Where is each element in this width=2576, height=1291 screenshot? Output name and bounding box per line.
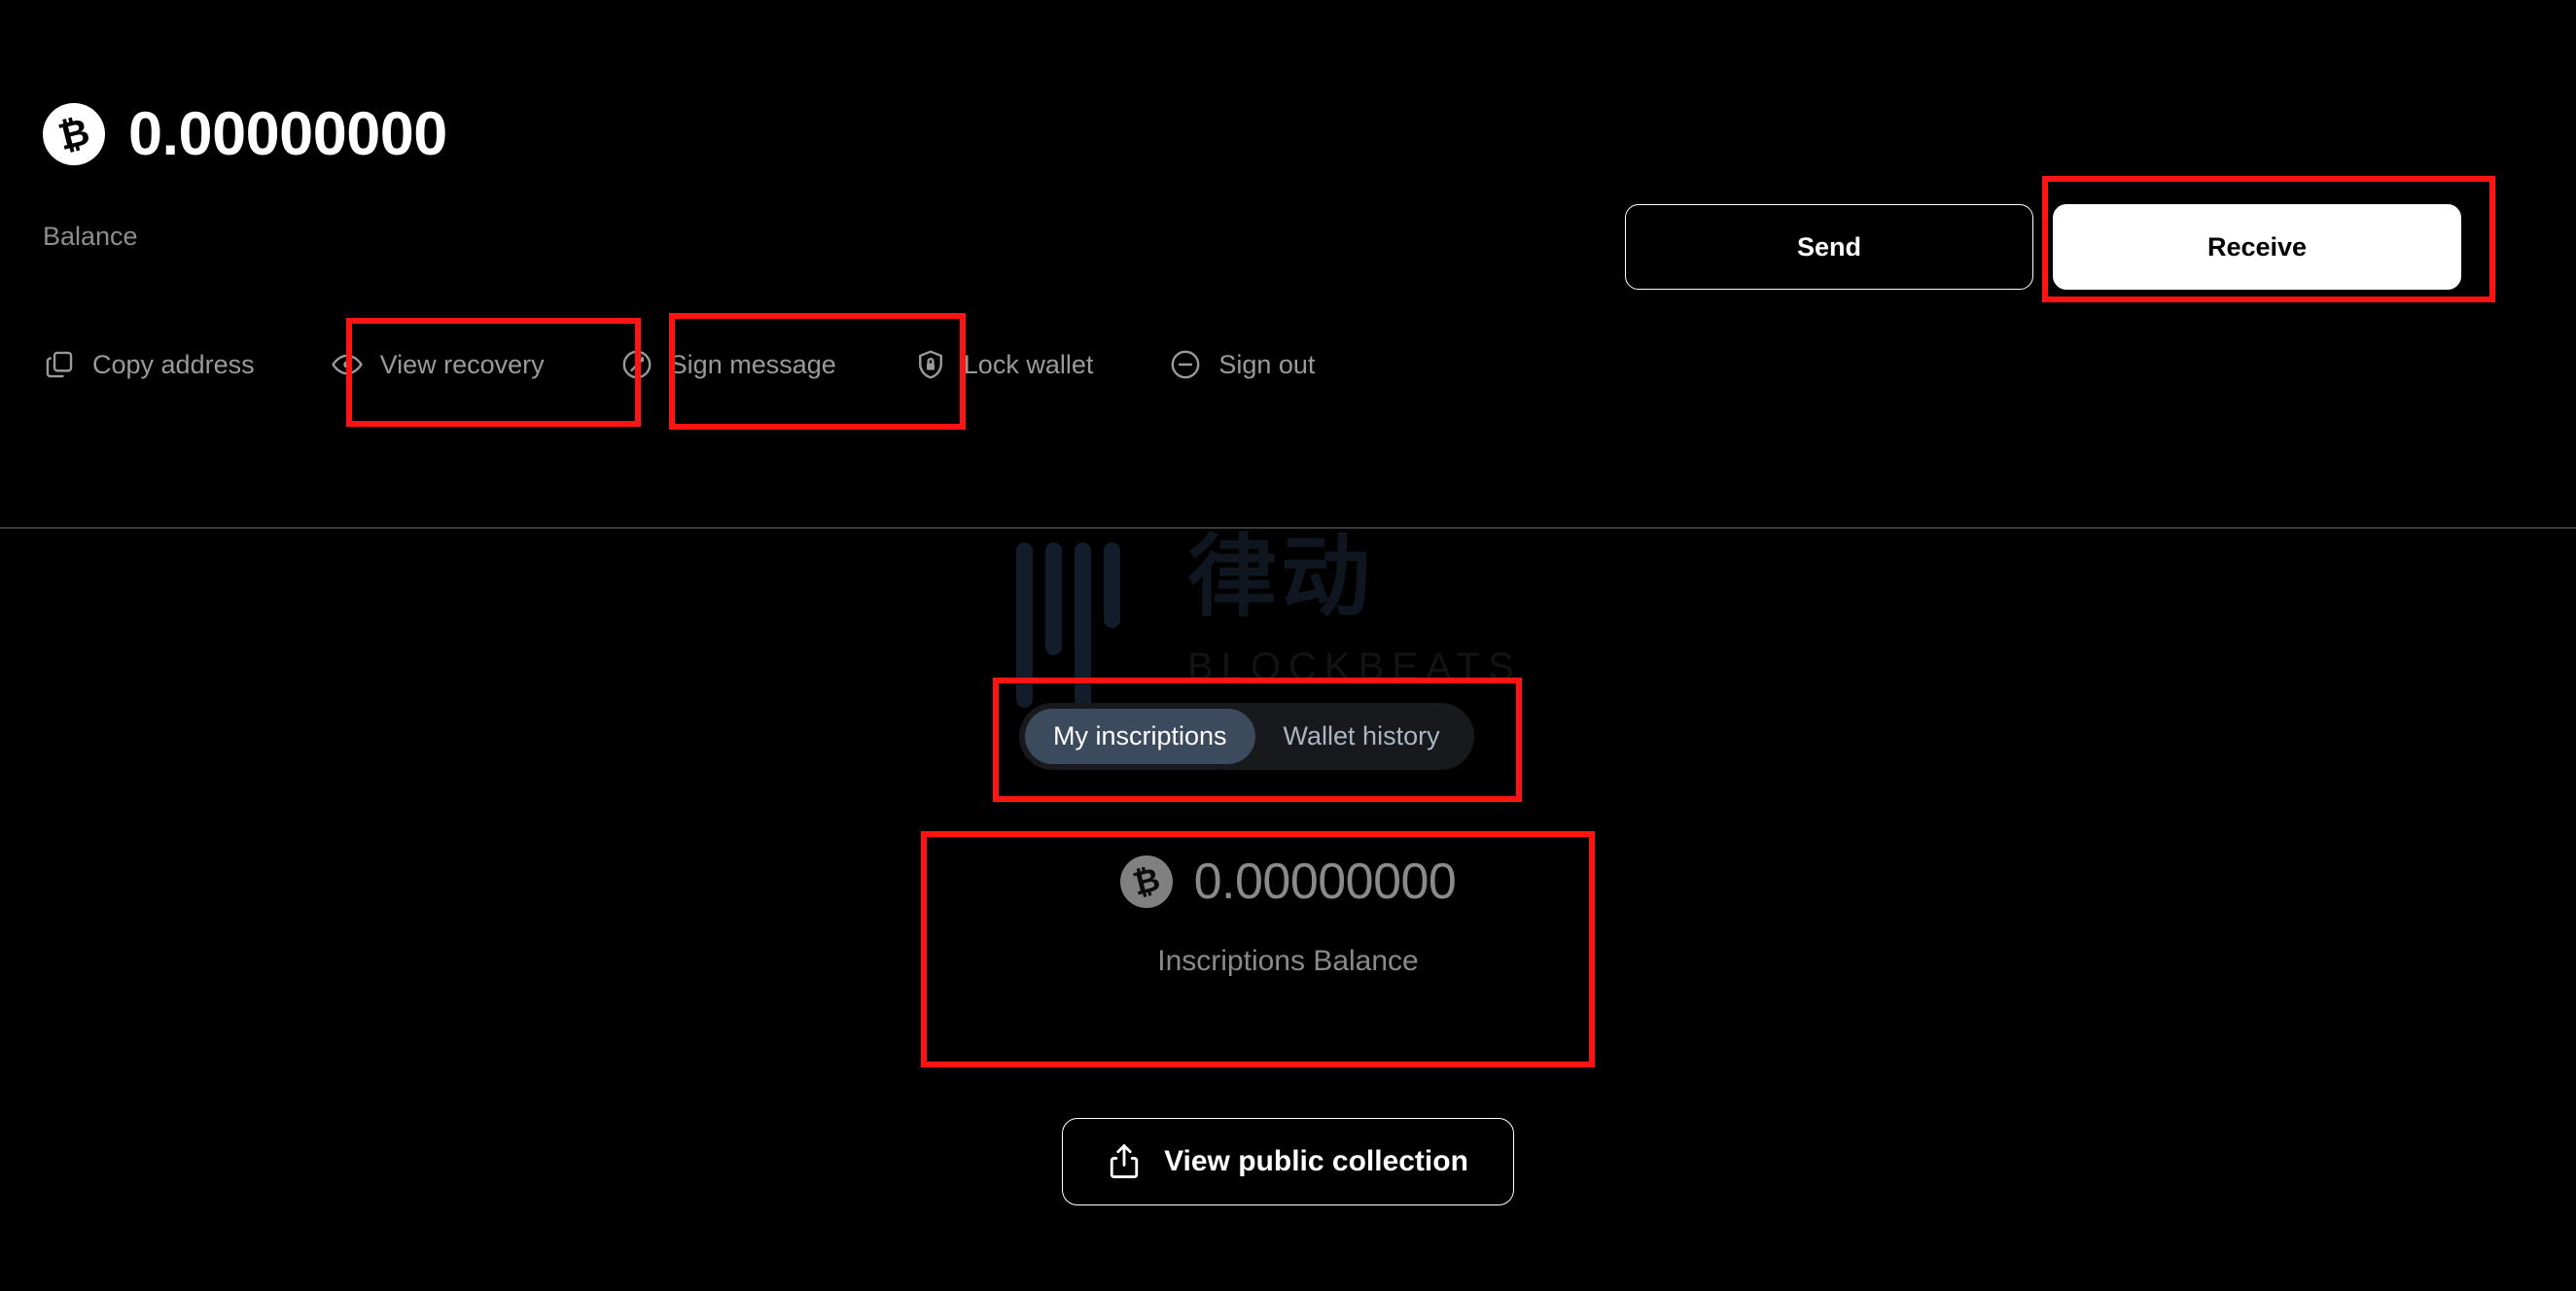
share-upload-icon [1108,1142,1141,1181]
inscriptions-balance-block: ₿ 0.00000000 Inscriptions Balance [0,855,2576,978]
watermark-en-text: BLOCKBEATS [1187,646,1522,688]
view-recovery-label: View recovery [379,349,545,379]
bitcoin-logo-icon-muted: ₿ [1119,855,1173,908]
view-recovery-button[interactable]: View recovery [331,348,545,381]
copy-icon [43,348,76,381]
wallet-page: ₿ 0.00000000 Balance Send Receive Copy a… [0,0,2576,1291]
lock-wallet-button[interactable]: Lock wallet [914,348,1094,381]
tab-group: My inscriptions Wallet history [1019,703,1474,770]
copy-address-label: Copy address [92,349,255,379]
sign-out-button[interactable]: Sign out [1169,348,1315,381]
pen-circle-icon [620,348,653,381]
view-public-collection-label: View public collection [1164,1145,1468,1177]
tab-wallet-history[interactable]: Wallet history [1255,709,1468,764]
balance-row: ₿ 0.00000000 [43,103,447,165]
sign-message-button[interactable]: Sign message [620,348,836,381]
blockbeats-watermark: 律动 BLOCKBEATS [1016,525,1561,737]
wallet-actions-row: Copy address View recovery Sign message … [43,348,1315,381]
balance-label: Balance [43,222,138,251]
view-collection-wrap: View public collection [0,1118,2576,1205]
inscriptions-balance-row: ₿ 0.00000000 [1119,854,1457,910]
inscriptions-tabs: My inscriptions Wallet history [1019,703,1474,770]
eye-icon [331,348,364,381]
sign-out-label: Sign out [1218,349,1316,379]
watermark-cn-text: 律动 [1187,525,1375,629]
wallet-cta-row: Send Receive [1604,183,2576,319]
section-divider [0,527,2576,529]
lock-wallet-label: Lock wallet [963,349,1094,379]
send-button[interactable]: Send [1625,204,2033,290]
sign-message-label: Sign message [669,349,836,379]
balance-amount: 0.00000000 [128,99,447,168]
receive-button[interactable]: Receive [2053,204,2461,290]
wallet-summary-panel: ₿ 0.00000000 Balance Send Receive Copy a… [0,0,2576,528]
tab-my-inscriptions[interactable]: My inscriptions [1025,709,1255,764]
svg-text:₿: ₿ [54,112,94,157]
view-public-collection-button[interactable]: View public collection [1062,1118,1514,1205]
copy-address-button[interactable]: Copy address [43,348,255,381]
minus-circle-icon [1169,348,1202,381]
svg-text:₿: ₿ [1129,862,1164,901]
bitcoin-logo-icon: ₿ [43,103,105,165]
inscriptions-balance-amount: 0.00000000 [1193,854,1457,910]
shield-lock-icon [914,348,947,381]
inscriptions-balance-label: Inscriptions Balance [1157,945,1419,977]
